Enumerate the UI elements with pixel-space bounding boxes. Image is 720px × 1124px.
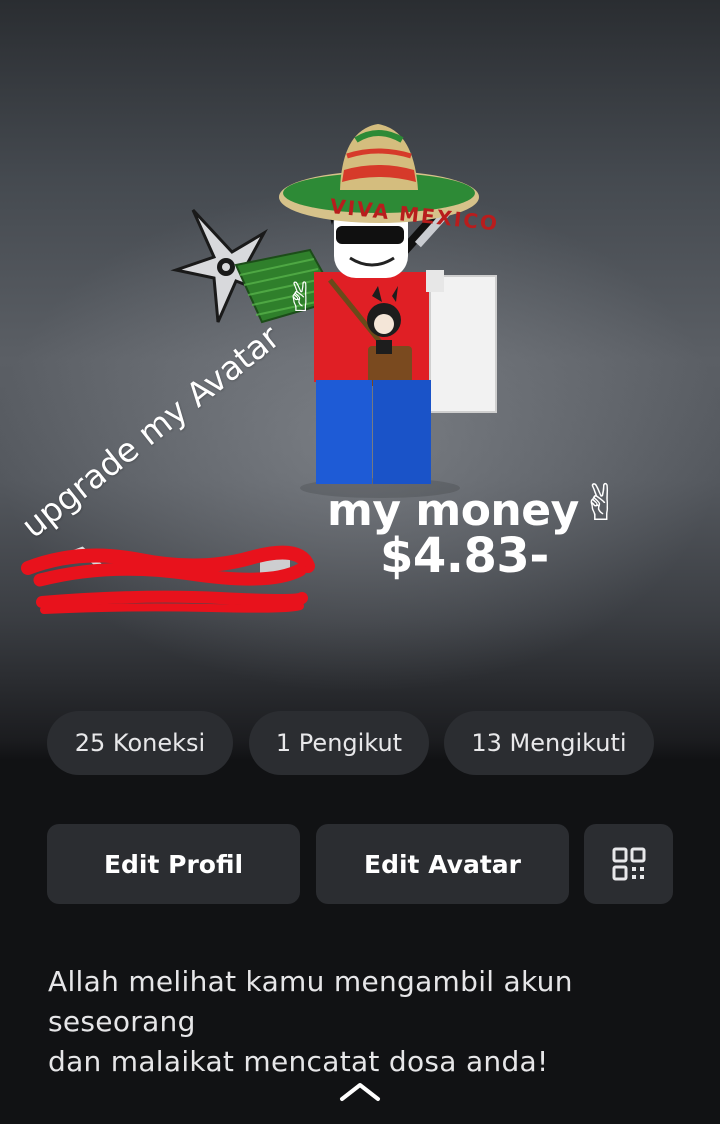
qr-code-button[interactable] [584,824,673,904]
edit-avatar-button[interactable]: Edit Avatar [316,824,569,904]
avatar-arm [429,275,497,413]
edit-profile-button[interactable]: Edit Profil [47,824,300,904]
bio-line: seseorang [48,1005,196,1038]
profile-page: VIVA MEXICO ✌ upgrade my Avatar my money… [0,0,720,1124]
avatar-leg-right [373,380,431,484]
peace-emoji-icon: ✌ [284,275,318,321]
peace-emoji-icon: ✌ [580,474,622,532]
qr-code-icon [612,847,645,881]
profile-bio: Allah melihat kamu mengambil akun seseor… [48,962,688,1082]
money-amount: $4.83- [380,528,549,584]
redacted-username [21,545,315,614]
connections-pill[interactable]: 25 Koneksi [47,711,233,775]
bio-line: Allah melihat kamu mengambil akun [48,965,573,998]
following-pill[interactable]: 13 Mengikuti [444,711,654,775]
sombrero-icon: VIVA MEXICO [279,124,500,236]
chevron-up-icon[interactable] [338,1080,382,1102]
bio-line: dan malaikat mencatat dosa anda! [48,1045,549,1078]
avatar-leg-left [316,380,372,484]
followers-pill[interactable]: 1 Pengikut [249,711,429,775]
